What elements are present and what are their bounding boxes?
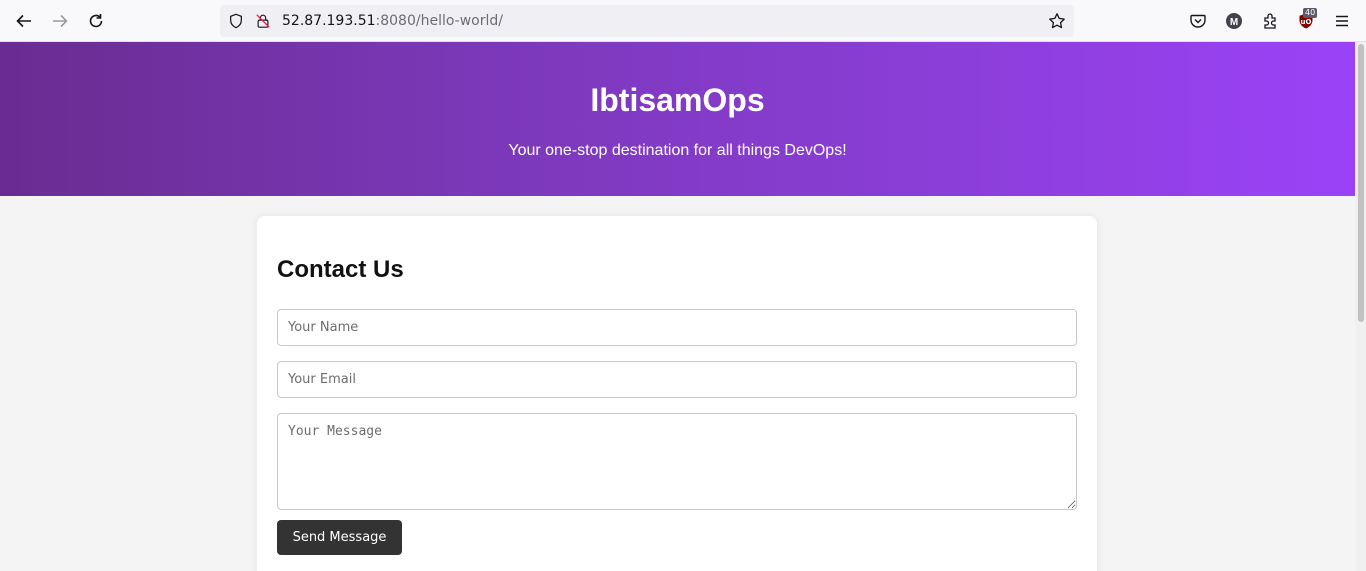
svg-text:uO: uO [1301,18,1312,26]
url-text[interactable]: 52.87.193.51:8080/hello-world/ [282,13,503,29]
shield-icon[interactable] [227,12,245,30]
bookmark-star-icon[interactable] [1048,12,1066,30]
hero-banner: IbtisamOps Your one-stop destination for… [0,42,1355,196]
send-message-button[interactable]: Send Message [277,520,402,555]
reload-icon[interactable] [84,9,108,33]
site-title: IbtisamOps [590,82,765,118]
scrollbar-thumb[interactable] [1358,44,1364,322]
forward-icon[interactable] [48,9,72,33]
contact-heading: Contact Us [277,256,404,283]
extension-badge: 40 [1303,8,1318,18]
account-icon[interactable]: M [1222,9,1246,33]
back-icon[interactable] [12,9,36,33]
message-textarea[interactable] [277,413,1077,510]
email-input[interactable] [277,361,1077,398]
insecure-lock-icon[interactable] [254,12,272,30]
browser-toolbar: 52.87.193.51:8080/hello-world/ M uO 40 [0,0,1366,42]
address-bar[interactable]: 52.87.193.51:8080/hello-world/ [220,5,1074,37]
menu-icon[interactable] [1330,9,1354,33]
site-tagline: Your one-stop destination for all things… [508,142,847,159]
pocket-icon[interactable] [1186,9,1210,33]
url-host: 52.87.193.51 [282,13,376,29]
account-initial: M [1230,17,1238,28]
name-input[interactable] [277,309,1077,346]
url-path: :8080/hello-world/ [375,13,503,29]
contact-card: Contact Us Send Message [257,216,1097,571]
page-scrollbar[interactable] [1355,42,1366,571]
extensions-icon[interactable] [1258,9,1282,33]
